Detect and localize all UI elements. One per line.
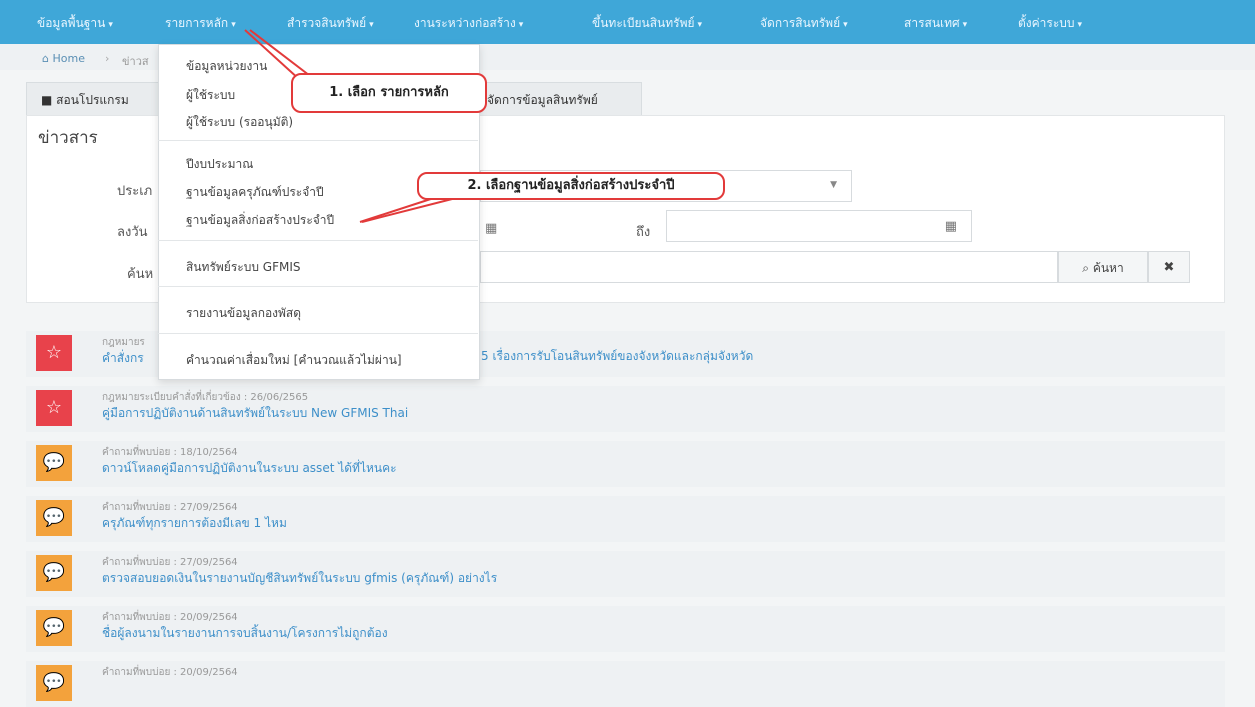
annotation-step-1: 1. เลือก รายการหลัก xyxy=(291,73,487,113)
annotation-pointers xyxy=(244,29,461,223)
annotation-step-2: 2. เลือกฐานข้อมูลสิ่งก่อสร้างประจำปี xyxy=(417,172,725,200)
callout1-pointer xyxy=(244,29,301,81)
callout2-pointer xyxy=(361,196,461,223)
